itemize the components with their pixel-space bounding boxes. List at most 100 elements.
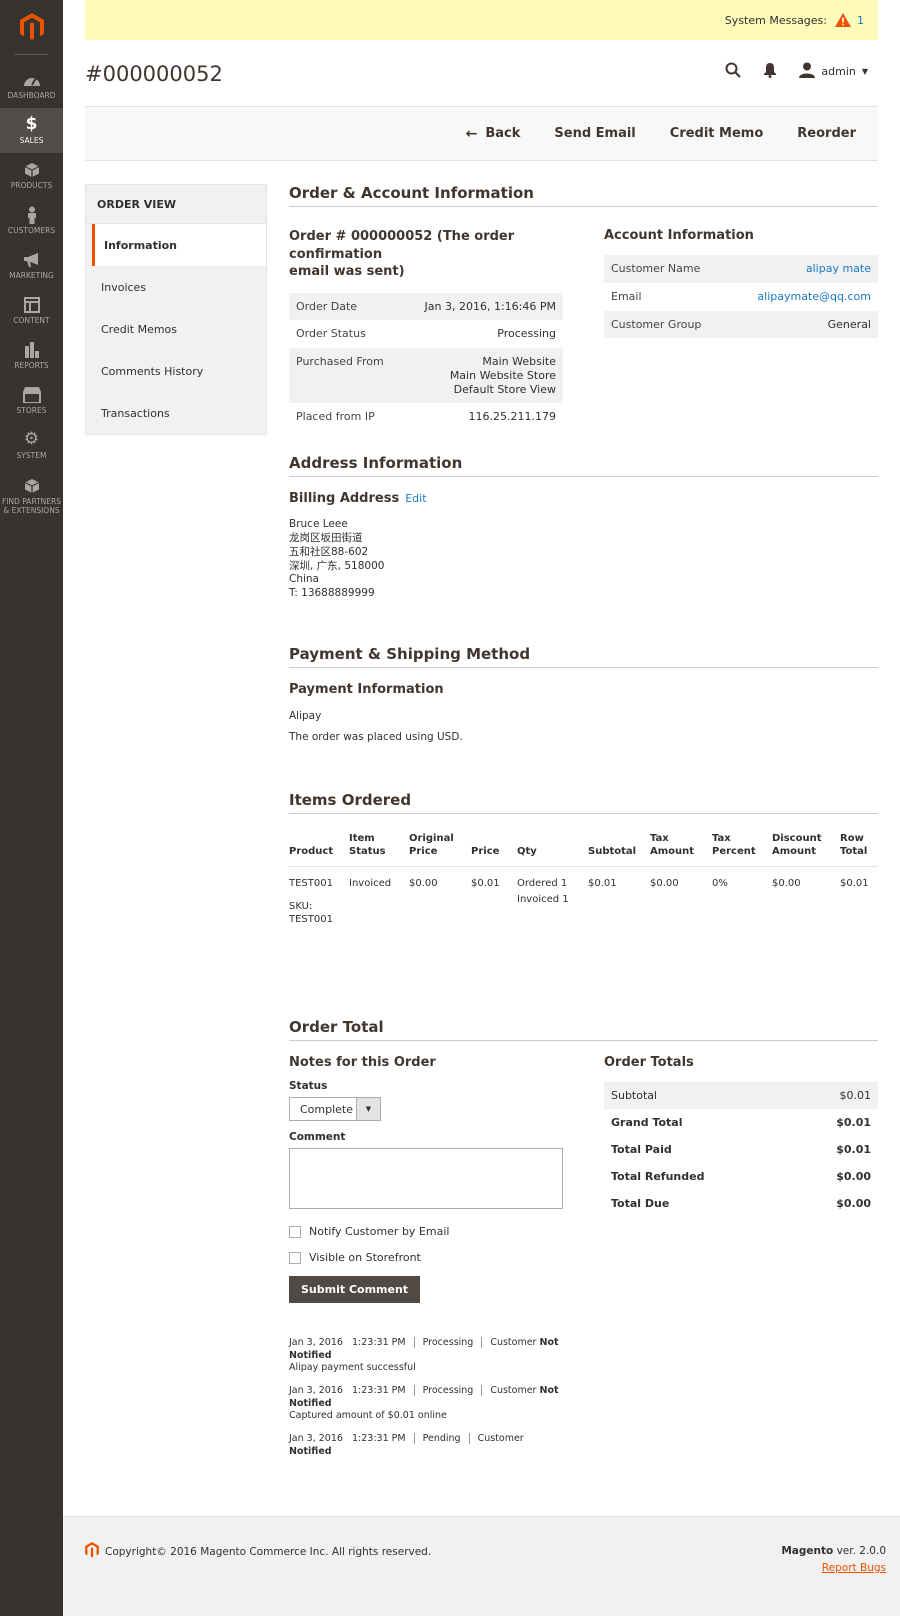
col-header: Tax Percent — [712, 832, 772, 868]
header-line: Tax — [712, 833, 731, 845]
bell-icon[interactable] — [763, 62, 777, 81]
search-icon[interactable] — [725, 62, 742, 81]
nav-products[interactable]: PRODUCTS — [0, 153, 63, 198]
status-select[interactable]: Complete ▼ — [289, 1097, 381, 1122]
tab-comments-history[interactable]: Comments History — [86, 350, 266, 392]
main-content: Order & Account Information Order # 0000… — [289, 184, 878, 1475]
table-row: Total Paid $0.01 — [604, 1136, 878, 1163]
system-messages-label: System Messages: — [724, 13, 827, 27]
product-name: TEST001 — [289, 878, 333, 890]
total-value: $0.00 — [836, 1197, 871, 1211]
col-header: Price — [471, 832, 517, 868]
discount-amount: $0.00 — [772, 878, 801, 890]
row-label: Email — [604, 282, 728, 311]
history-notified: Notified — [289, 1397, 332, 1409]
nav-sales[interactable]: $ SALES — [0, 108, 63, 153]
nav-dashboard[interactable]: DASHBOARD — [0, 63, 63, 108]
totals-heading: Order Totals — [604, 1055, 694, 1071]
report-bugs-link[interactable]: Report Bugs — [822, 1562, 886, 1574]
account-heading: Account Information — [604, 228, 754, 243]
user-menu[interactable]: admin ▼ — [799, 62, 868, 81]
order-total-section: Order Total Notes for this Order Status … — [289, 1018, 878, 1475]
order-notes: Notes for this Order Status Complete ▼ C… — [289, 1055, 563, 1469]
credit-memo-button[interactable]: Credit Memo — [670, 126, 764, 141]
header-line: Total — [840, 846, 868, 858]
product-cell: TEST001 SKU: TEST001 — [289, 867, 349, 927]
partners-icon — [24, 477, 40, 495]
nav-customers[interactable]: CUSTOMERS — [0, 198, 63, 243]
order-total-body: Notes for this Order Status Complete ▼ C… — [289, 1055, 878, 1475]
nav-label: REPORTS — [14, 360, 49, 370]
nav-label: MARKETING — [9, 270, 54, 280]
nav-label: PRODUCTS — [10, 180, 53, 190]
nav-stores[interactable]: STORES — [0, 378, 63, 423]
nav-label: CONTENT — [13, 315, 50, 325]
store-line: Default Store View — [453, 382, 556, 396]
section-title: Order & Account Information — [289, 184, 878, 207]
send-email-button[interactable]: Send Email — [554, 126, 635, 141]
nav-reports[interactable]: REPORTS — [0, 333, 63, 378]
nav-marketing[interactable]: MARKETING — [0, 243, 63, 288]
subtotal: $0.01 — [588, 878, 617, 890]
email-link[interactable]: alipaymate@qq.com — [757, 290, 871, 303]
user-name: admin — [821, 65, 856, 78]
reorder-button[interactable]: Reorder — [797, 126, 856, 141]
gear-icon: ⚙ — [23, 428, 40, 449]
notify-row: Notify Customer by Email — [289, 1225, 563, 1238]
col-header: Item Status — [349, 832, 409, 868]
edit-address-link[interactable]: Edit — [405, 492, 426, 505]
dashboard-icon — [23, 71, 41, 89]
tab-transactions[interactable]: Transactions — [86, 392, 266, 434]
chevron-down-icon: ▼ — [356, 1098, 380, 1121]
row-label: Purchased From — [289, 348, 402, 404]
order-information: Order # 000000052 (The order confirmatio… — [289, 228, 563, 431]
sku-value: TEST001 — [289, 914, 333, 926]
order-heading-line: Order # 000000052 (The order confirmatio… — [289, 229, 515, 262]
tabs-title: ORDER VIEW — [86, 185, 266, 224]
nav-system[interactable]: ⚙ SYSTEM — [0, 423, 63, 468]
divider — [468, 1433, 470, 1445]
history-comment: Captured amount of $0.01 online — [289, 1409, 447, 1421]
customer-name-link[interactable]: alipay mate — [806, 262, 871, 275]
store-line: Main Website Store — [449, 368, 556, 382]
system-messages-count[interactable]: 1 — [857, 14, 864, 27]
submit-comment-button[interactable]: Submit Comment — [289, 1276, 421, 1304]
history-meta: Jan 3, 2016 1:23:31 PM Processing Customer… — [289, 1385, 563, 1397]
history-customer: Customer — [477, 1433, 524, 1445]
header-line: Row — [840, 833, 864, 845]
qty-ordered: Ordered 1 — [517, 878, 568, 890]
nav-label: SALES — [19, 135, 44, 145]
copyright-text: Copyright© 2016 Magento Commerce Inc. Al… — [105, 1545, 432, 1558]
total-value: $0.01 — [836, 1116, 871, 1130]
notify-checkbox[interactable] — [289, 1225, 301, 1238]
status-label: Status — [289, 1080, 328, 1093]
tab-credit-memos[interactable]: Credit Memos — [86, 308, 266, 350]
customer-name-cell: alipay mate — [727, 255, 878, 283]
table-row: Subtotal $0.01 — [604, 1082, 878, 1110]
nav-find-partners[interactable]: FIND PARTNERS & EXTENSIONS — [0, 468, 63, 524]
tax-percent: 0% — [712, 878, 728, 890]
magento-logo-icon[interactable] — [14, 0, 49, 55]
visible-checkbox[interactable] — [289, 1251, 301, 1264]
history-date: Jan 3, 2016 — [289, 1385, 343, 1397]
total-label: Total Refunded — [611, 1170, 705, 1184]
history-meta: Jan 3, 2016 1:23:31 PM Processing Customer… — [289, 1337, 563, 1349]
billing-address: Bruce Leee 龙岗区坂田街道 五和社区88-602 深圳, 广东, 51… — [289, 518, 878, 601]
section-title: Order Total — [289, 1018, 878, 1042]
header-actions: admin ▼ — [725, 62, 868, 81]
original-price: $0.00 — [409, 878, 438, 890]
back-button[interactable]: ← Back — [466, 126, 521, 142]
person-icon — [26, 206, 38, 224]
tab-information[interactable]: Information — [92, 224, 266, 266]
megaphone-icon — [23, 251, 41, 269]
nav-content[interactable]: CONTENT — [0, 288, 63, 333]
section-title: Address Information — [289, 454, 878, 477]
history-meta: Jan 3, 2016 1:23:31 PM Pending Customer No… — [289, 1433, 563, 1458]
comment-textarea[interactable] — [289, 1148, 563, 1210]
header-line: Price — [409, 846, 438, 858]
tab-invoices[interactable]: Invoices — [86, 266, 266, 308]
page-actions: ← Back Send Email Credit Memo Reorder — [85, 106, 878, 161]
visible-label: Visible on Storefront — [309, 1251, 421, 1265]
system-messages-bar: System Messages: 1 — [85, 0, 878, 40]
address-line: 深圳, 广东, 518000 — [289, 559, 385, 572]
